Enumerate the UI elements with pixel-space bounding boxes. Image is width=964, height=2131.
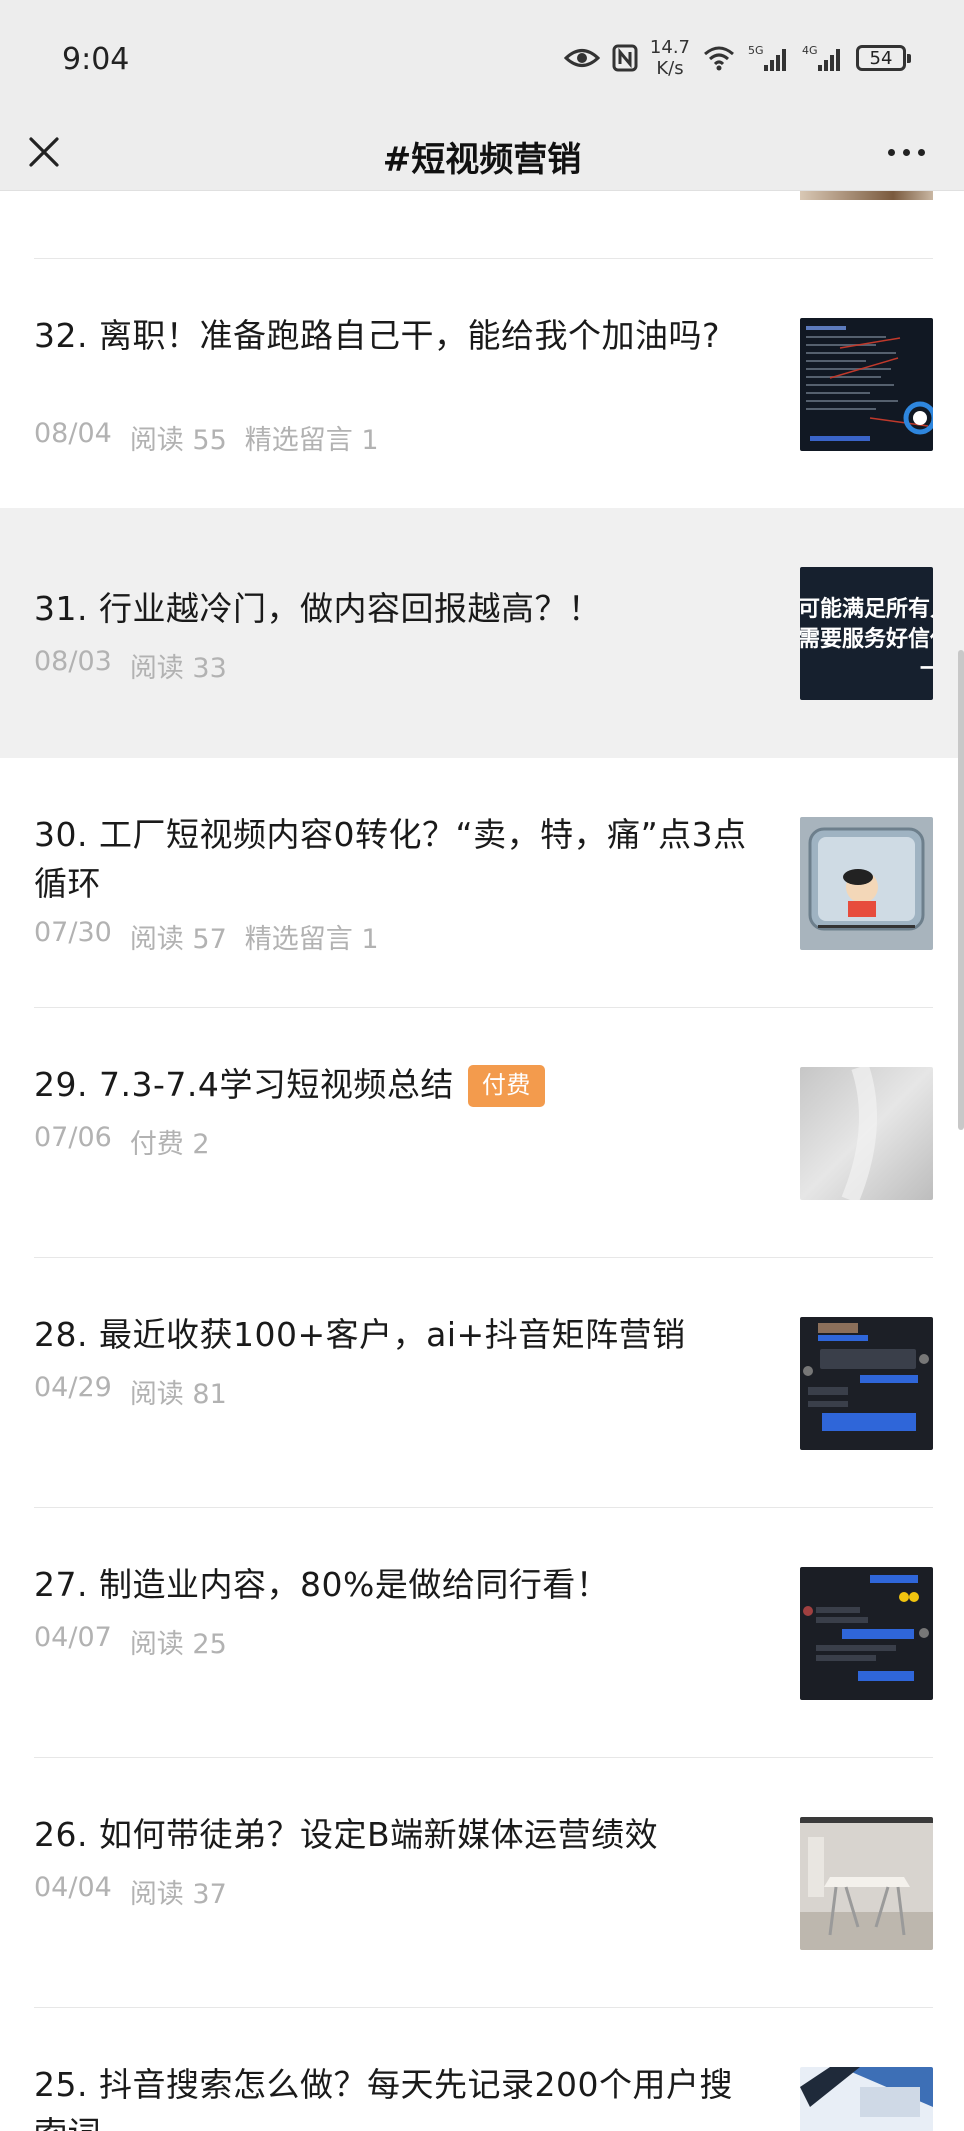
article-thumbnail (800, 1567, 933, 1700)
article-meta: 07/06 付费 2 (34, 1122, 210, 1161)
article-date: 04/04 (34, 1872, 112, 1903)
article-thumbnail (800, 817, 933, 950)
article-thumbnail: 可能满足所有人 需要服务好信任 一名 (800, 567, 933, 700)
article-item-28[interactable]: 28. 最近收获100+客户，ai+抖音矩阵营销 04/29 阅读 81 (0, 1258, 964, 1507)
article-meta: 04/04 阅读 37 (34, 1872, 227, 1911)
article-item-26[interactable]: 26. 如何带徒弟？设定B端新媒体运营绩效 04/04 阅读 37 (0, 1758, 964, 2007)
article-paid-count: 付费 2 (129, 1129, 210, 1160)
article-comments: 精选留言 1 (244, 425, 379, 456)
article-meta: 04/07 阅读 25 (34, 1622, 227, 1661)
more-dot-icon (887, 148, 895, 156)
signal-5g-icon: 5G (748, 43, 790, 73)
article-item-25[interactable]: 25. 抖音搜索怎么做？每天先记录200个用户搜索词 (0, 2008, 964, 2131)
article-thumbnail (800, 1067, 933, 1200)
signal-4g-icon: 4G (802, 43, 844, 73)
article-title: 31. 行业越冷门，做内容回报越高？！ (34, 589, 602, 628)
network-speed: 14.7 K/s (649, 36, 690, 79)
battery-indicator: 54 (856, 45, 911, 71)
article-reads: 阅读 81 (129, 1379, 227, 1410)
article-item-32[interactable]: 32. 离职！准备跑路自己干，能给我个加油吗? 08/04 阅读 55 精选留言… (0, 259, 964, 508)
article-thumbnail (800, 1317, 933, 1450)
article-title: 27. 制造业内容，80%是做给同行看！ (34, 1565, 610, 1604)
article-title: 32. 离职！准备跑路自己干，能给我个加油吗? (34, 316, 720, 355)
article-date: 04/07 (34, 1622, 112, 1653)
page-title: #短视频营销 (382, 140, 582, 180)
thumbnail-text: 可能满足所有人 需要服务好信任 一名 (800, 595, 933, 685)
article-item-29[interactable]: 29. 7.3-7.4学习短视频总结 付费 07/06 付费 2 (0, 1008, 964, 1257)
article-title: 30. 工厂短视频内容0转化？“卖，特，痛”点3点循环 (34, 815, 747, 903)
article-item-30[interactable]: 30. 工厂短视频内容0转化？“卖，特，痛”点3点循环 07/30 阅读 57 … (0, 758, 964, 1007)
article-date: 07/30 (34, 917, 112, 948)
article-date: 08/04 (34, 418, 112, 449)
network-speed-value: 14.7 (649, 36, 690, 58)
thumbnail-text-line: 可能满足所有人 (800, 597, 933, 622)
article-thumbnail (800, 2067, 933, 2131)
article-list-page: 9:04 14.7 K/s 5G 4G 54 #短视频营销 32. 离职！准备跑… (0, 0, 964, 2131)
more-dot-icon (917, 148, 925, 156)
thumbnail-text-line: 需要服务好信任 (800, 627, 933, 652)
wifi-icon (702, 44, 736, 72)
previous-item-remnant (0, 191, 964, 258)
article-reads: 阅读 37 (129, 1879, 227, 1910)
signal-1-label: 5G (748, 44, 764, 57)
previous-item-thumbnail[interactable] (800, 191, 933, 200)
article-date: 04/29 (34, 1372, 112, 1403)
article-reads: 阅读 25 (129, 1629, 227, 1660)
nfc-icon (612, 44, 638, 72)
article-meta: 08/03 阅读 33 (34, 646, 227, 685)
article-thumbnail (800, 318, 933, 451)
status-bar: 9:04 14.7 K/s 5G 4G 54 (0, 0, 964, 116)
network-speed-unit: K/s (656, 57, 684, 79)
article-meta: 08/04 阅读 55 精选留言 1 (34, 418, 379, 457)
article-comments: 精选留言 1 (244, 924, 379, 955)
article-reads: 阅读 55 (129, 425, 227, 456)
title-bar: #短视频营销 (0, 116, 964, 191)
article-reads: 阅读 57 (129, 924, 227, 955)
article-date: 08/03 (34, 646, 112, 677)
article-thumbnail (800, 1817, 933, 1950)
thumbnail-text-line: 一名 (920, 657, 933, 682)
scrollbar[interactable] (958, 650, 964, 1130)
signal-2-label: 4G (802, 44, 818, 57)
article-title: 28. 最近收获100+客户，ai+抖音矩阵营销 (34, 1315, 686, 1354)
more-dot-icon (902, 148, 910, 156)
article-title: 26. 如何带徒弟？设定B端新媒体运营绩效 (34, 1815, 659, 1854)
article-title: 25. 抖音搜索怎么做？每天先记录200个用户搜索词 (34, 2065, 733, 2131)
paid-badge: 付费 (467, 1065, 545, 1107)
article-list: 32. 离职！准备跑路自己干，能给我个加油吗? 08/04 阅读 55 精选留言… (0, 191, 964, 2131)
article-title: 29. 7.3-7.4学习短视频总结 付费 (34, 1060, 764, 1109)
eye-icon (563, 47, 600, 69)
more-options-button[interactable] (882, 130, 930, 174)
article-meta: 07/30 阅读 57 精选留言 1 (34, 917, 379, 956)
article-date: 07/06 (34, 1122, 112, 1153)
article-item-31[interactable]: 31. 行业越冷门，做内容回报越高？！ 08/03 阅读 33 可能满足所有人 … (0, 508, 964, 758)
article-reads: 阅读 33 (129, 653, 227, 684)
article-title-text: 29. 7.3-7.4学习短视频总结 (34, 1065, 454, 1104)
status-time: 9:04 (62, 42, 130, 77)
status-icons: 14.7 K/s 5G 4G 54 (563, 36, 911, 80)
article-meta: 04/29 阅读 81 (34, 1372, 227, 1411)
article-item-27[interactable]: 27. 制造业内容，80%是做给同行看！ 04/07 阅读 25 (0, 1508, 964, 1757)
